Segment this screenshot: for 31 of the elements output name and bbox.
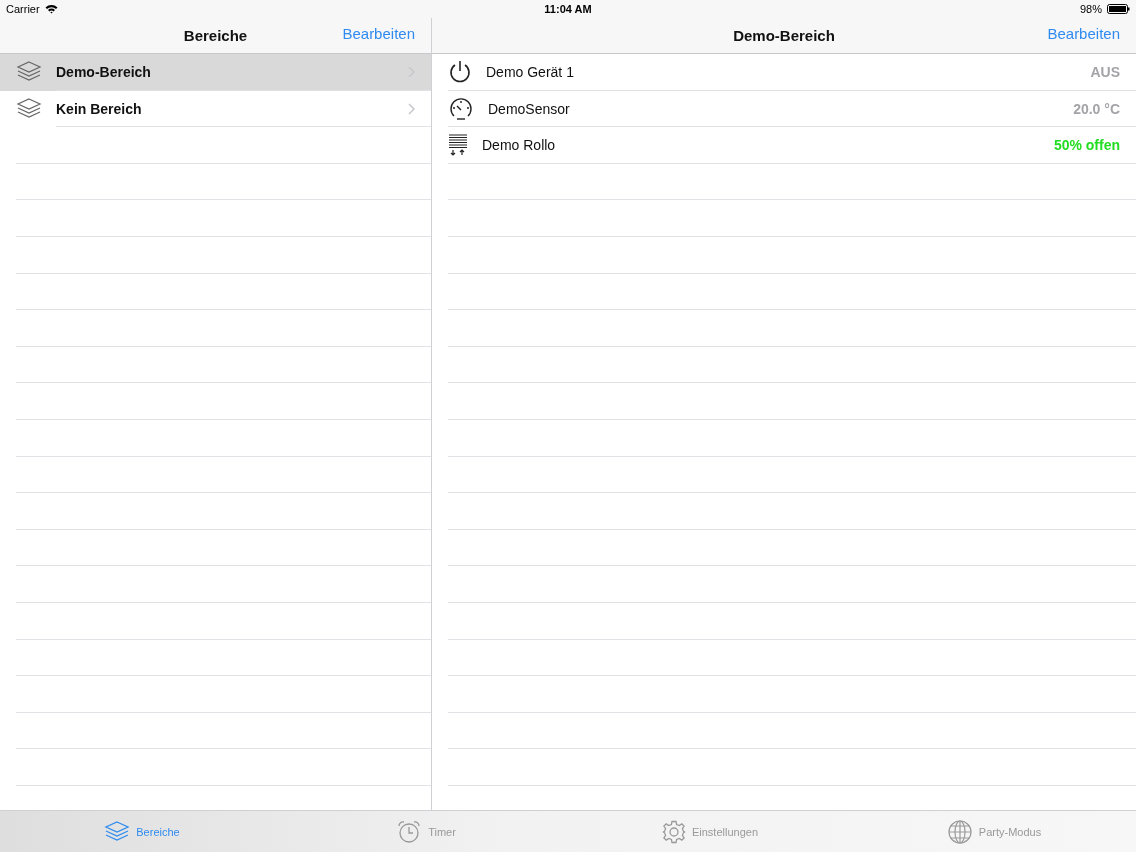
chevron-icon [408, 102, 415, 115]
device-name: DemoSensor [488, 100, 571, 117]
nav-title: Demo-Bereich [733, 27, 835, 44]
device-status: AUS [1090, 64, 1120, 81]
tab-bar-item[interactable]: Bereiche [0, 811, 284, 852]
area-list-item[interactable]: Demo-Bereich [0, 54, 431, 91]
power-icon [448, 60, 472, 85]
clock-time: 11:04 AM [544, 3, 592, 15]
tab-bar-item[interactable]: Timer [284, 811, 568, 852]
alarm-clock-icon [396, 819, 423, 844]
gauge-icon [448, 96, 474, 121]
settings-icon [661, 819, 686, 844]
device-list-item[interactable]: Demo Rollo 50% offen [432, 127, 1136, 164]
globe-icon [946, 818, 973, 845]
device-list-item[interactable]: DemoSensor 20.0 °C [432, 90, 1136, 128]
wifi-icon [44, 4, 58, 14]
device-name: Demo Gerät 1 [486, 64, 575, 81]
tab-bar-item[interactable]: Party-Modus [852, 811, 1136, 852]
battery-percent: 98% [1079, 3, 1102, 15]
nav-title: Bereiche [183, 27, 248, 44]
device-list-item[interactable]: Demo Gerät 1 AUS [432, 54, 1136, 91]
blinds-icon [448, 133, 468, 158]
edit-button[interactable]: Bearbeiten [342, 25, 415, 42]
area-list-item[interactable]: Kein Bereich [0, 90, 431, 128]
battery-icon [1107, 4, 1130, 14]
device-status: 20.0 °C [1073, 100, 1120, 117]
device-name: Demo Rollo [482, 137, 557, 154]
device-status: 50% offen [1053, 137, 1120, 154]
edit-button[interactable]: Bearbeiten [1047, 25, 1120, 42]
tab-bar-item[interactable]: Einstellungen [568, 811, 852, 852]
carrier-label: Carrier [6, 3, 40, 15]
